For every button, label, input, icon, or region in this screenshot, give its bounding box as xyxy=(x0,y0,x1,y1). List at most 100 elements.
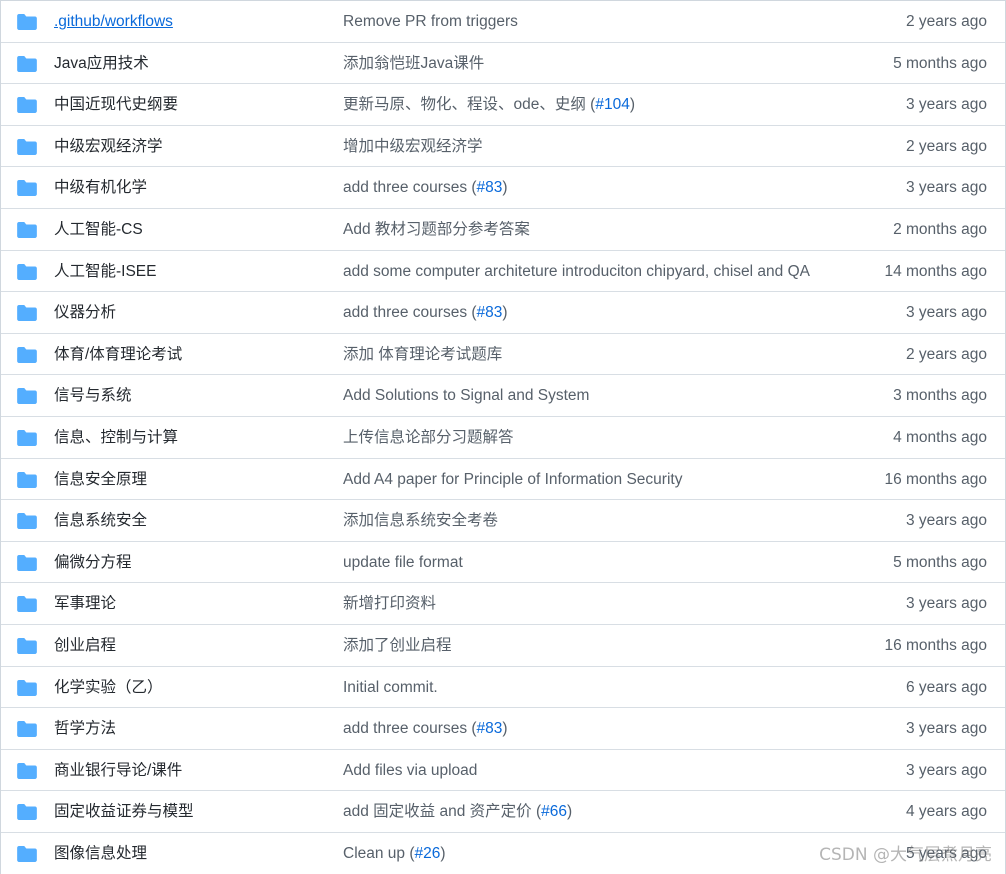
commit-message[interactable]: 添加翁恺班Java课件 xyxy=(343,43,484,84)
file-row[interactable]: 中级有机化学 add three courses (#83) 3 years a… xyxy=(1,167,1005,209)
file-name-link[interactable]: 信息系统安全 xyxy=(54,500,147,541)
file-name-link[interactable]: 偏微分方程 xyxy=(54,542,132,583)
commit-message-text[interactable]: add three courses ( xyxy=(343,304,477,321)
commit-age: 16 months ago xyxy=(884,470,987,488)
file-row[interactable]: 哲学方法 add three courses (#83) 3 years ago xyxy=(1,708,1005,750)
file-name-link[interactable]: 中国近现代史纲要 xyxy=(54,84,178,125)
commit-message-text[interactable]: Add Solutions to Signal and System xyxy=(343,387,589,404)
folder-icon xyxy=(17,513,37,530)
file-name-link[interactable]: 人工智能-ISEE xyxy=(54,251,156,292)
commit-message-text[interactable]: add three courses ( xyxy=(343,720,477,737)
file-name-link[interactable]: 体育/体育理论考试 xyxy=(54,334,182,375)
commit-message[interactable]: Remove PR from triggers xyxy=(343,1,518,42)
pull-request-link[interactable]: #83 xyxy=(477,304,503,321)
commit-message[interactable]: Clean up (#26) xyxy=(343,833,446,874)
commit-message-text[interactable]: Clean up ( xyxy=(343,845,415,862)
file-name-link[interactable]: 创业启程 xyxy=(54,625,116,666)
folder-icon xyxy=(17,221,37,238)
file-name-link[interactable]: .github/workflows xyxy=(54,1,173,42)
file-name-link[interactable]: 信息、控制与计算 xyxy=(54,417,178,458)
file-name-link[interactable]: 仪器分析 xyxy=(54,292,116,333)
commit-message-text[interactable]: update file format xyxy=(343,554,463,571)
file-name-link[interactable]: 图像信息处理 xyxy=(54,833,147,874)
pull-request-link[interactable]: #83 xyxy=(477,720,503,737)
commit-message-text[interactable]: Initial commit. xyxy=(343,679,438,696)
pull-request-link[interactable]: #66 xyxy=(541,803,567,820)
commit-message[interactable]: 上传信息论部分习题解答 xyxy=(343,417,514,458)
commit-message[interactable]: add three courses (#83) xyxy=(343,167,508,208)
file-name-link[interactable]: 化学实验（乙） xyxy=(54,667,163,708)
commit-message[interactable]: 增加中级宏观经济学 xyxy=(343,126,483,167)
file-name-link[interactable]: 军事理论 xyxy=(54,583,116,624)
folder-icon xyxy=(17,14,37,30)
commit-message-text[interactable]: 添加翁恺班Java课件 xyxy=(343,55,484,72)
file-row[interactable]: 信息安全原理 Add A4 paper for Principle of Inf… xyxy=(1,459,1005,501)
file-name-link[interactable]: 人工智能-CS xyxy=(54,209,143,250)
file-row[interactable]: 信号与系统 Add Solutions to Signal and System… xyxy=(1,375,1005,417)
commit-message[interactable]: Add files via upload xyxy=(343,750,477,791)
file-row[interactable]: 偏微分方程 update file format 5 months ago xyxy=(1,542,1005,584)
file-name-link[interactable]: 中级有机化学 xyxy=(54,167,147,208)
file-name-link[interactable]: 固定收益证券与模型 xyxy=(54,791,194,832)
file-row[interactable]: 中国近现代史纲要 更新马原、物化、程设、ode、史纲 (#104) 3 year… xyxy=(1,84,1005,126)
commit-message[interactable]: 更新马原、物化、程设、ode、史纲 (#104) xyxy=(343,84,635,125)
commit-message[interactable]: 新增打印资料 xyxy=(343,583,436,624)
commit-age: 5 months ago xyxy=(893,553,987,571)
file-row[interactable]: Java应用技术 添加翁恺班Java课件 5 months ago xyxy=(1,43,1005,85)
commit-message[interactable]: Add A4 paper for Principle of Informatio… xyxy=(343,459,682,500)
commit-message[interactable]: Add Solutions to Signal and System xyxy=(343,375,589,416)
commit-message[interactable]: add three courses (#83) xyxy=(343,708,508,749)
commit-message-text[interactable]: 新增打印资料 xyxy=(343,595,436,612)
file-row[interactable]: 人工智能-ISEE add some computer architeture … xyxy=(1,251,1005,293)
commit-message-suffix: ) xyxy=(502,304,508,322)
commit-message-text[interactable]: add 固定收益 and 资产定价 ( xyxy=(343,803,541,820)
file-row[interactable]: 信息系统安全 添加信息系统安全考卷 3 years ago xyxy=(1,500,1005,542)
commit-message[interactable]: Initial commit. xyxy=(343,667,438,708)
file-name-link[interactable]: Java应用技术 xyxy=(54,43,149,84)
file-row[interactable]: 商业银行导论/课件 Add files via upload 3 years a… xyxy=(1,750,1005,792)
pull-request-link[interactable]: #104 xyxy=(595,96,629,113)
folder-icon xyxy=(17,138,37,155)
file-name-link[interactable]: 哲学方法 xyxy=(54,708,116,749)
file-name-link[interactable]: 中级宏观经济学 xyxy=(54,126,163,167)
commit-message[interactable]: Add 教材习题部分参考答案 xyxy=(343,209,530,250)
commit-age: 3 months ago xyxy=(893,387,987,405)
file-row[interactable]: 人工智能-CS Add 教材习题部分参考答案 2 months ago xyxy=(1,209,1005,251)
commit-message-text[interactable]: 更新马原、物化、程设、ode、史纲 ( xyxy=(343,96,595,113)
commit-message-text[interactable]: Add files via upload xyxy=(343,762,477,779)
commit-message[interactable]: 添加了创业启程 xyxy=(343,625,452,666)
commit-message[interactable]: 添加 体育理论考试题库 xyxy=(343,334,502,375)
folder-icon xyxy=(17,596,37,613)
commit-message-text[interactable]: add some computer architeture introducit… xyxy=(343,263,810,280)
commit-message-text[interactable]: Add 教材习题部分参考答案 xyxy=(343,221,530,238)
commit-message-text[interactable]: 增加中级宏观经济学 xyxy=(343,138,483,155)
commit-message[interactable]: update file format xyxy=(343,542,463,583)
file-name-link[interactable]: 信号与系统 xyxy=(54,375,132,416)
file-row[interactable]: 体育/体育理论考试 添加 体育理论考试题库 2 years ago xyxy=(1,334,1005,376)
commit-message-text[interactable]: Remove PR from triggers xyxy=(343,13,518,30)
commit-message[interactable]: add some computer architeture introducit… xyxy=(343,251,810,292)
file-row[interactable]: .github/workflows Remove PR from trigger… xyxy=(1,1,1005,43)
commit-message-text[interactable]: 添加了创业启程 xyxy=(343,637,452,654)
commit-message-text[interactable]: 添加 体育理论考试题库 xyxy=(343,346,502,363)
commit-age: 2 years ago xyxy=(906,137,987,155)
commit-message-text[interactable]: Add A4 paper for Principle of Informatio… xyxy=(343,471,682,488)
pull-request-link[interactable]: #26 xyxy=(415,845,441,862)
file-row[interactable]: 化学实验（乙） Initial commit. 6 years ago xyxy=(1,667,1005,709)
file-row[interactable]: 信息、控制与计算 上传信息论部分习题解答 4 months ago xyxy=(1,417,1005,459)
pull-request-link[interactable]: #83 xyxy=(477,179,503,196)
file-row[interactable]: 固定收益证券与模型 add 固定收益 and 资产定价 (#66) 4 year… xyxy=(1,791,1005,833)
folder-icon xyxy=(17,55,37,72)
commit-message[interactable]: 添加信息系统安全考卷 xyxy=(343,500,498,541)
file-name-link[interactable]: 信息安全原理 xyxy=(54,459,147,500)
file-row[interactable]: 军事理论 新增打印资料 3 years ago xyxy=(1,583,1005,625)
commit-message-text[interactable]: add three courses ( xyxy=(343,179,477,196)
file-name-link[interactable]: 商业银行导论/课件 xyxy=(54,750,182,791)
file-row[interactable]: 创业启程 添加了创业启程 16 months ago xyxy=(1,625,1005,667)
commit-message[interactable]: add 固定收益 and 资产定价 (#66) xyxy=(343,791,572,832)
commit-message-text[interactable]: 上传信息论部分习题解答 xyxy=(343,429,514,446)
file-row[interactable]: 仪器分析 add three courses (#83) 3 years ago xyxy=(1,292,1005,334)
commit-message[interactable]: add three courses (#83) xyxy=(343,292,508,333)
commit-message-text[interactable]: 添加信息系统安全考卷 xyxy=(343,512,498,529)
file-row[interactable]: 中级宏观经济学 增加中级宏观经济学 2 years ago xyxy=(1,126,1005,168)
